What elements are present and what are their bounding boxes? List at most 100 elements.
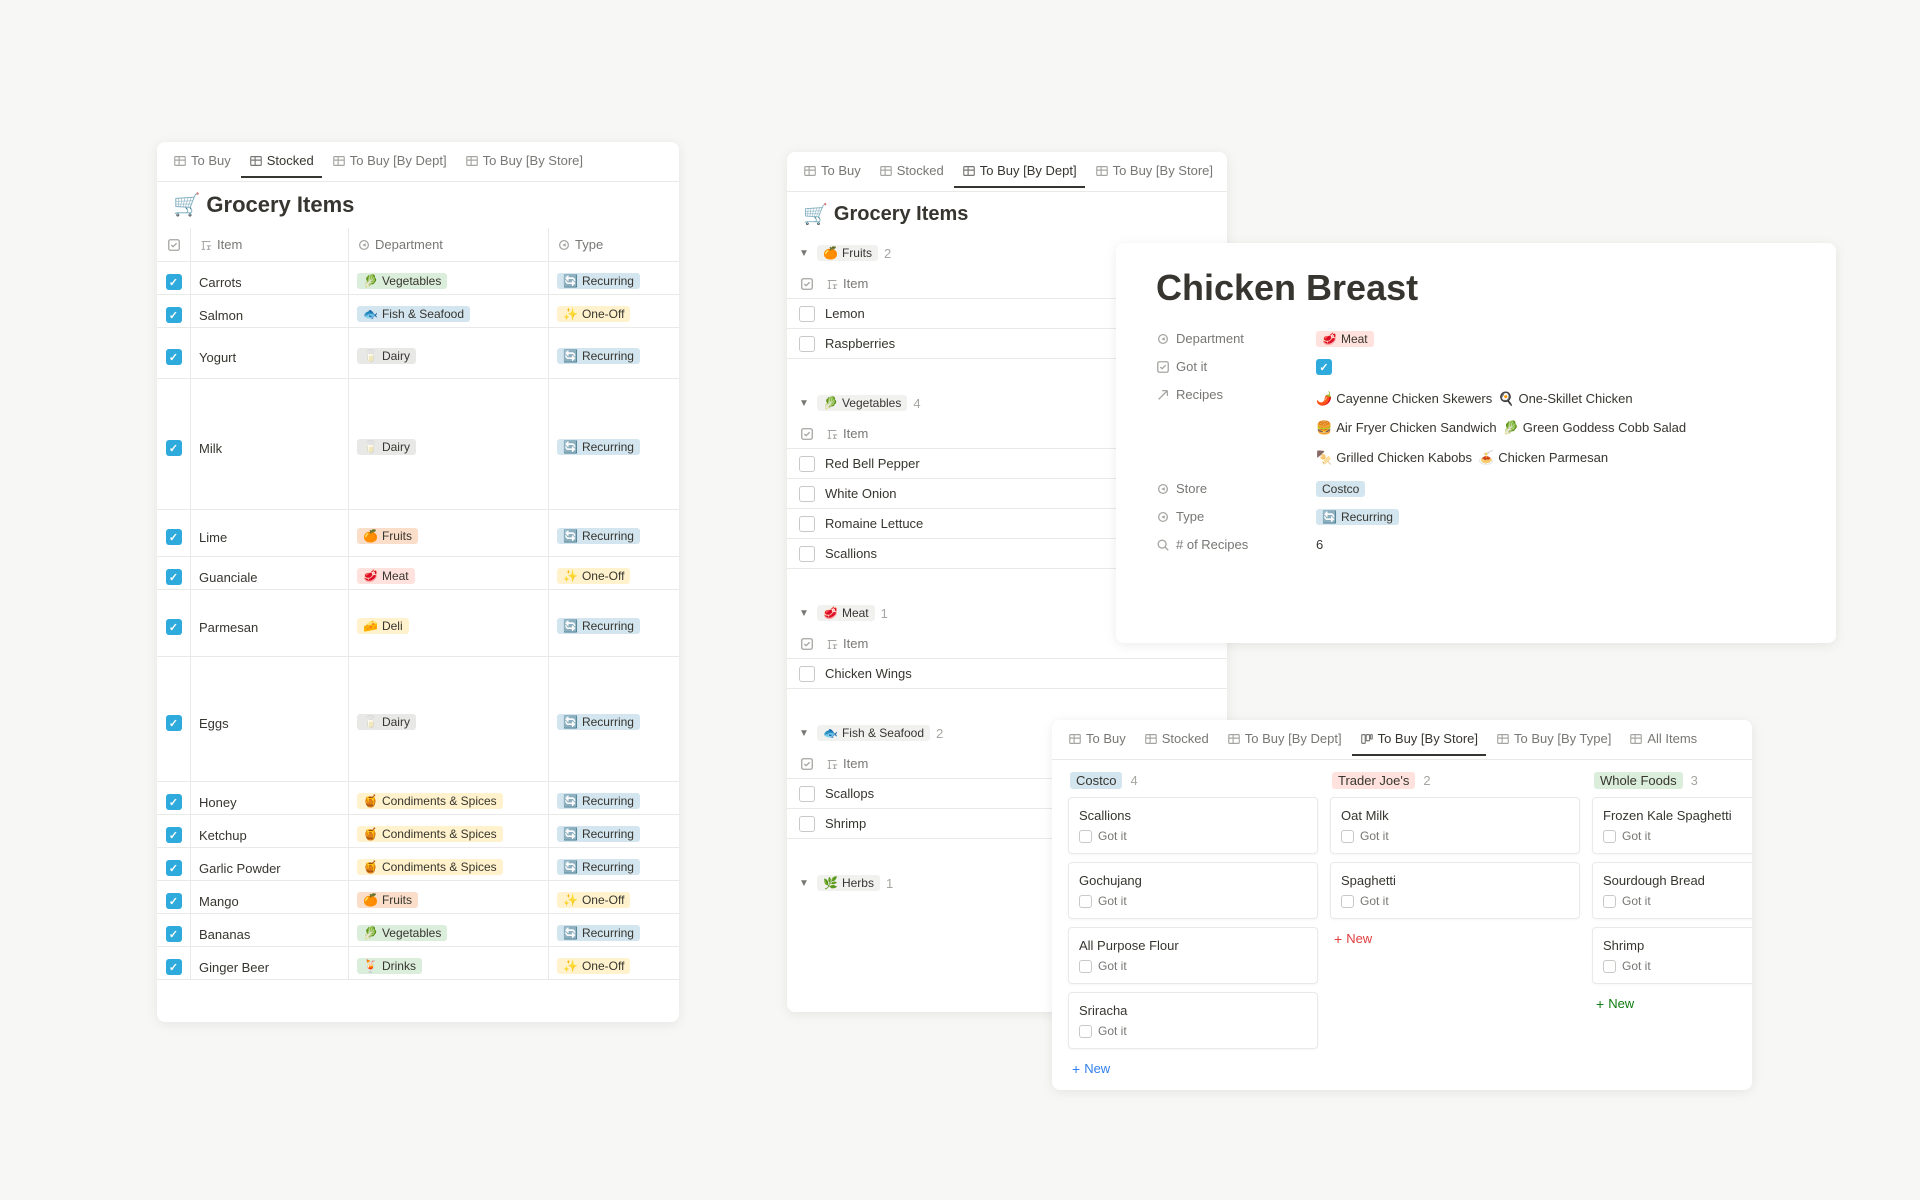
table-row[interactable]: Eggs🥛Dairy🔄Recurring	[157, 657, 679, 782]
row-checkbox[interactable]	[166, 349, 182, 365]
tab-stocked[interactable]: Stocked	[871, 155, 952, 188]
board-card[interactable]: Sourdough BreadGot it	[1592, 862, 1752, 919]
type-tag[interactable]: ✨One-Off	[557, 958, 630, 974]
gotit-checkbox[interactable]	[1316, 359, 1332, 375]
disclosure-icon[interactable]: ▼	[799, 608, 811, 619]
gotit-checkbox[interactable]	[1603, 960, 1616, 973]
department-tag[interactable]: 🥛Dairy	[357, 714, 416, 730]
row-checkbox[interactable]	[166, 959, 182, 975]
table-row[interactable]: Garlic Powder🍯Condiments & Spices🔄Recurr…	[157, 848, 679, 881]
tab-to-buy[interactable]: To Buy	[165, 145, 239, 178]
board-card[interactable]: SrirachaGot it	[1068, 992, 1318, 1049]
tab-to-buy[interactable]: To Buy	[795, 155, 869, 188]
type-tag[interactable]: 🔄Recurring	[557, 439, 640, 455]
row-checkbox[interactable]	[166, 794, 182, 810]
type-tag[interactable]: 🔄Recurring	[557, 273, 640, 289]
disclosure-icon[interactable]: ▼	[799, 248, 811, 259]
table-row[interactable]: Lime🍊Fruits🔄Recurring	[157, 510, 679, 557]
department-tag[interactable]: 🧀Deli	[357, 618, 409, 634]
list-item[interactable]: Chicken Wings	[787, 659, 1227, 689]
row-checkbox[interactable]	[166, 715, 182, 731]
new-card-button[interactable]: +New	[1330, 927, 1580, 950]
board-card[interactable]: GochujangGot it	[1068, 862, 1318, 919]
tab-to-buy-by-store-[interactable]: To Buy [By Store]	[457, 145, 591, 178]
tab-to-buy-by-store-[interactable]: To Buy [By Store]	[1352, 723, 1486, 756]
type-tag[interactable]: 🔄Recurring	[557, 714, 640, 730]
type-tag[interactable]: 🔄Recurring	[557, 826, 640, 842]
type-tag[interactable]: 🔄Recurring	[557, 528, 640, 544]
department-tag[interactable]: 🍯Condiments & Spices	[357, 793, 503, 809]
row-checkbox[interactable]	[166, 893, 182, 909]
table-row[interactable]: Bananas🥬Vegetables🔄Recurring	[157, 914, 679, 947]
row-checkbox[interactable]	[166, 860, 182, 876]
disclosure-icon[interactable]: ▼	[799, 878, 811, 889]
row-checkbox[interactable]	[166, 926, 182, 942]
row-checkbox[interactable]	[166, 440, 182, 456]
board-card[interactable]: ScallionsGot it	[1068, 797, 1318, 854]
recipe-link[interactable]: 🍝Chicken Parmesan	[1478, 446, 1608, 469]
type-tag[interactable]: ✨One-Off	[557, 892, 630, 908]
board-card[interactable]: ShrimpGot it	[1592, 927, 1752, 984]
recipe-link[interactable]: 🍳One-Skillet Chicken	[1498, 387, 1632, 410]
board-column-header[interactable]: Costco4	[1068, 768, 1318, 797]
type-tag[interactable]: 🔄Recurring	[557, 348, 640, 364]
type-tag[interactable]: 🔄Recurring	[557, 859, 640, 875]
department-tag[interactable]: 🍯Condiments & Spices	[357, 859, 503, 875]
tab-to-buy-by-dept-[interactable]: To Buy [By Dept]	[324, 145, 455, 178]
board-column-header[interactable]: Whole Foods3	[1592, 768, 1752, 797]
tab-to-buy-by-dept-[interactable]: To Buy [By Dept]	[954, 155, 1085, 188]
disclosure-icon[interactable]: ▼	[799, 398, 811, 409]
table-row[interactable]: Salmon🐟Fish & Seafood✨One-Off	[157, 295, 679, 328]
item-checkbox[interactable]	[799, 546, 815, 562]
department-tag[interactable]: 🐟Fish & Seafood	[357, 306, 470, 322]
gotit-checkbox[interactable]	[1603, 830, 1616, 843]
table-row[interactable]: Milk🥛Dairy🔄Recurring	[157, 379, 679, 510]
gotit-checkbox[interactable]	[1079, 960, 1092, 973]
row-checkbox[interactable]	[166, 529, 182, 545]
item-checkbox[interactable]	[799, 336, 815, 352]
recipe-link[interactable]: 🥬Green Goddess Cobb Salad	[1503, 416, 1687, 439]
recipe-link[interactable]: 🍔Air Fryer Chicken Sandwich	[1316, 416, 1497, 439]
gotit-checkbox[interactable]	[1341, 830, 1354, 843]
department-tag[interactable]: 🥬Vegetables	[357, 273, 447, 289]
type-tag[interactable]: ✨One-Off	[557, 306, 630, 322]
department-tag[interactable]: 🥩Meat	[357, 568, 415, 584]
gotit-checkbox[interactable]	[1079, 1025, 1092, 1038]
tab-to-buy-by-dept-[interactable]: To Buy [By Dept]	[1219, 723, 1350, 756]
department-tag[interactable]: 🍊Fruits	[357, 892, 418, 908]
store-tag[interactable]: Costco	[1316, 481, 1365, 497]
board-column-header[interactable]: Trader Joe's2	[1330, 768, 1580, 797]
new-card-button[interactable]: +New	[1592, 992, 1752, 1015]
table-row[interactable]: Honey🍯Condiments & Spices🔄Recurring	[157, 782, 679, 815]
board-card[interactable]: All Purpose FlourGot it	[1068, 927, 1318, 984]
recipe-link[interactable]: 🌶️Cayenne Chicken Skewers	[1316, 387, 1492, 410]
department-tag[interactable]: 🥬Vegetables	[357, 925, 447, 941]
item-checkbox[interactable]	[799, 786, 815, 802]
row-checkbox[interactable]	[166, 569, 182, 585]
board-card[interactable]: Oat MilkGot it	[1330, 797, 1580, 854]
gotit-checkbox[interactable]	[1341, 895, 1354, 908]
item-checkbox[interactable]	[799, 456, 815, 472]
department-tag[interactable]: 🍊Fruits	[357, 528, 418, 544]
recipe-link[interactable]: 🍢Grilled Chicken Kabobs	[1316, 446, 1472, 469]
board-card[interactable]: Frozen Kale SpaghettiGot it	[1592, 797, 1752, 854]
tab-all-items[interactable]: All Items	[1621, 723, 1705, 756]
table-row[interactable]: Parmesan🧀Deli🔄Recurring	[157, 590, 679, 657]
new-card-button[interactable]: +New	[1068, 1057, 1318, 1080]
item-checkbox[interactable]	[799, 306, 815, 322]
board-card[interactable]: SpaghettiGot it	[1330, 862, 1580, 919]
tab-to-buy-by-store-[interactable]: To Buy [By Store]	[1087, 155, 1221, 188]
type-tag[interactable]: 🔄 Recurring	[1316, 509, 1399, 525]
item-checkbox[interactable]	[799, 516, 815, 532]
gotit-checkbox[interactable]	[1079, 830, 1092, 843]
department-tag[interactable]: 🍹Drinks	[357, 958, 422, 974]
disclosure-icon[interactable]: ▼	[799, 728, 811, 739]
gotit-checkbox[interactable]	[1603, 895, 1616, 908]
tab-to-buy-by-type-[interactable]: To Buy [By Type]	[1488, 723, 1619, 756]
table-row[interactable]: Guanciale🥩Meat✨One-Off	[157, 557, 679, 590]
table-row[interactable]: Carrots🥬Vegetables🔄Recurring	[157, 262, 679, 295]
table-row[interactable]: Ginger Beer🍹Drinks✨One-Off	[157, 947, 679, 980]
table-row[interactable]: Mango🍊Fruits✨One-Off	[157, 881, 679, 914]
item-checkbox[interactable]	[799, 816, 815, 832]
department-tag[interactable]: 🥩 Meat	[1316, 331, 1374, 347]
